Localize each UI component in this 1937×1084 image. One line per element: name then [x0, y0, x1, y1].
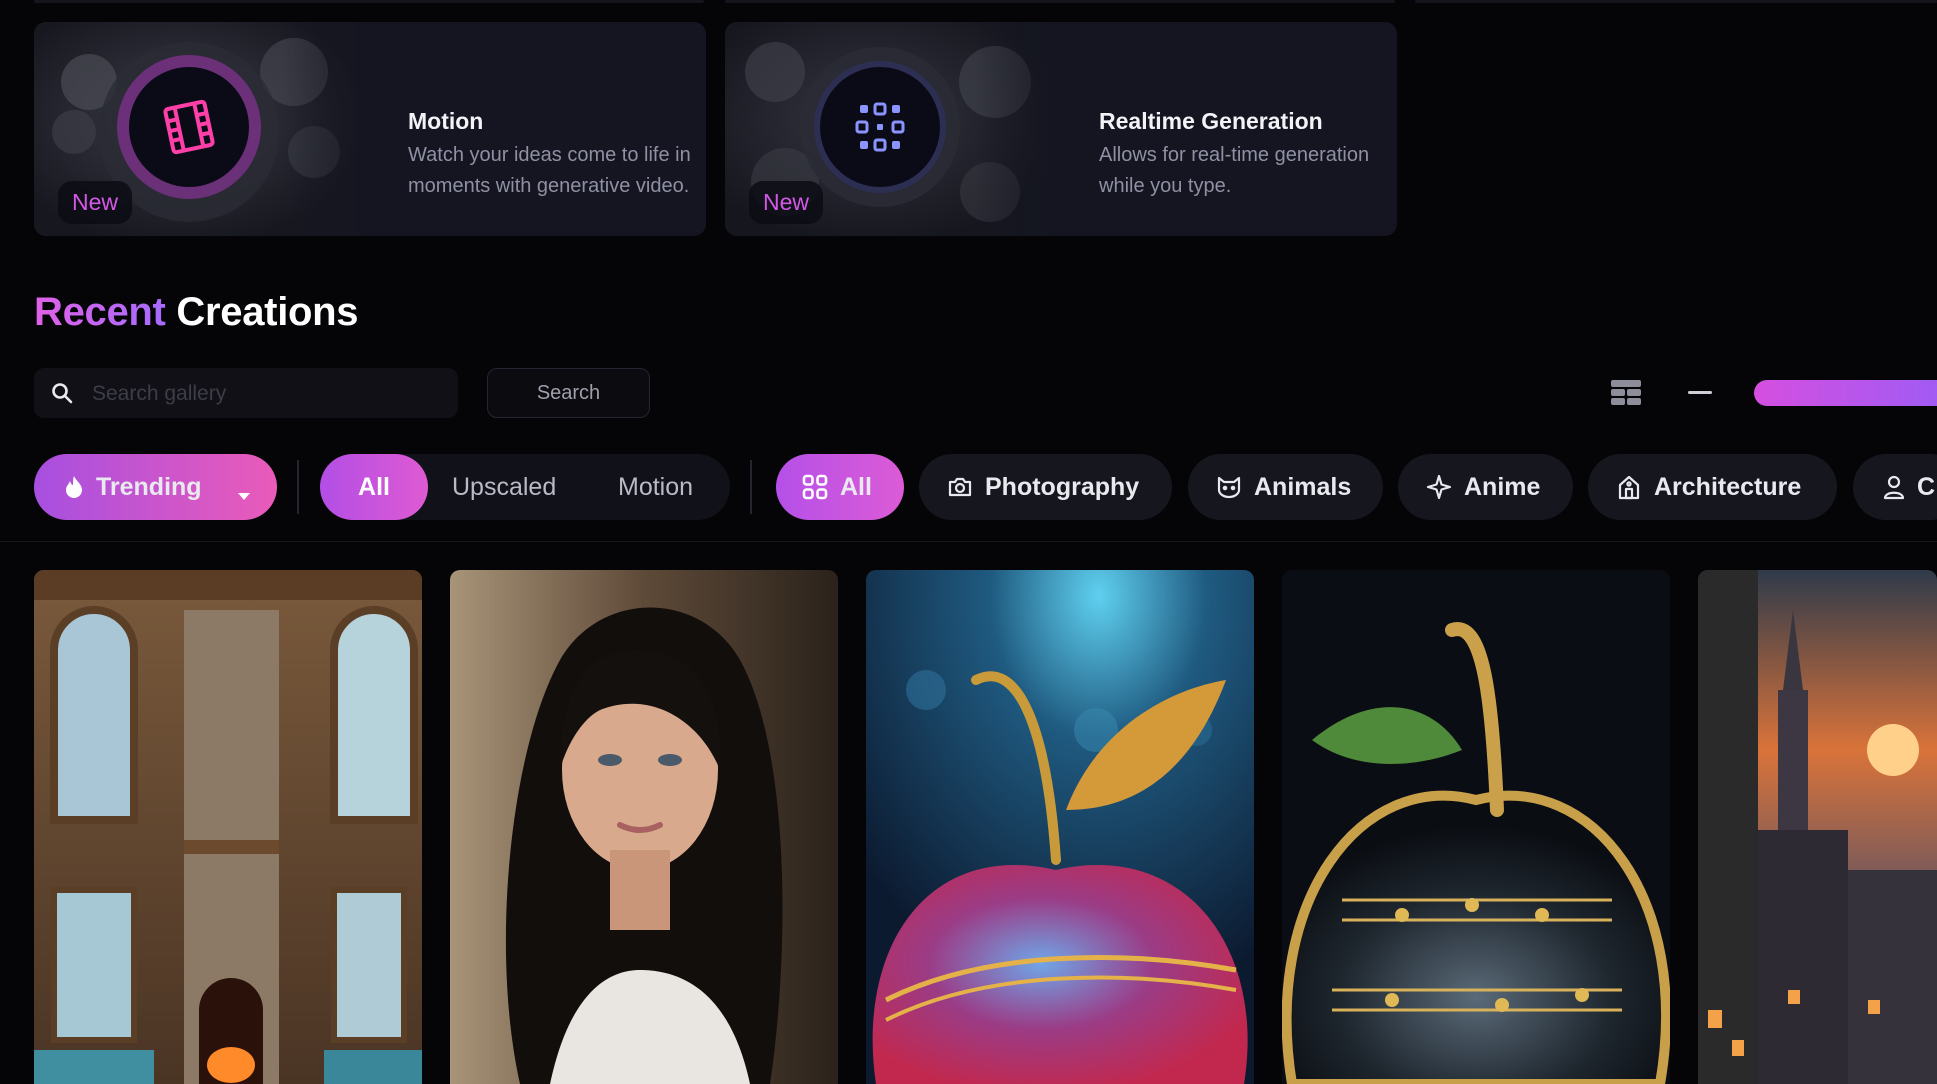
- category-animals[interactable]: Animals: [1188, 454, 1383, 520]
- media-filter[interactable]: All Upscaled Motion: [320, 454, 730, 520]
- zoom-out-button[interactable]: [1688, 391, 1712, 394]
- divider: [297, 460, 299, 514]
- camera-icon: [947, 475, 973, 499]
- gallery-item[interactable]: [450, 570, 838, 1084]
- search-input[interactable]: [90, 368, 454, 420]
- gallery-item[interactable]: [34, 570, 422, 1084]
- category-all[interactable]: All: [776, 454, 904, 520]
- new-badge: New: [749, 181, 824, 224]
- feature-description: Watch your ideas come to life in moments…: [408, 144, 691, 197]
- cat-icon: [1216, 475, 1242, 499]
- category-partial[interactable]: C: [1853, 454, 1937, 520]
- chevron-down-icon: [237, 480, 251, 509]
- category-architecture[interactable]: Architecture: [1588, 454, 1837, 520]
- search-box[interactable]: [34, 368, 458, 420]
- category-photography[interactable]: Photography: [919, 454, 1172, 520]
- layout-toggle-icon[interactable]: [1610, 378, 1642, 408]
- flame-icon: [64, 475, 84, 499]
- top-strip: [0, 0, 1937, 4]
- filter-all[interactable]: All: [320, 454, 428, 520]
- gallery-image-glass-apple: [866, 570, 1254, 1084]
- category-anime[interactable]: Anime: [1398, 454, 1573, 520]
- gallery-item[interactable]: [1282, 570, 1670, 1084]
- sort-dropdown[interactable]: Trending: [34, 454, 277, 520]
- divider: [750, 460, 752, 514]
- gallery-image-fantasy-city: [1698, 570, 1937, 1084]
- user-icon: [1883, 474, 1905, 500]
- feature-card-realtime[interactable]: New Realtime Generation Allows for real-…: [725, 22, 1397, 236]
- realtime-grid-icon: [820, 67, 940, 187]
- search-icon: [50, 381, 74, 410]
- gallery-image-castle-interior: [34, 570, 422, 1084]
- building-icon: [1616, 474, 1642, 500]
- gallery-item[interactable]: [1698, 570, 1937, 1084]
- zoom-slider[interactable]: [1754, 380, 1937, 406]
- search-button[interactable]: Search: [487, 368, 650, 418]
- section-title: Recent Creations: [34, 290, 359, 334]
- feature-title: Realtime Generation: [1099, 108, 1323, 134]
- filter-upscaled[interactable]: Upscaled: [452, 454, 556, 520]
- gallery-item[interactable]: [866, 570, 1254, 1084]
- feature-card-motion[interactable]: New Motion Watch your ideas come to life…: [34, 22, 706, 236]
- feature-description: Allows for real-time generation while yo…: [1099, 144, 1370, 197]
- new-badge: New: [58, 181, 133, 224]
- divider: [0, 541, 1937, 542]
- film-strip-icon: [129, 67, 249, 187]
- grid-icon: [802, 474, 828, 500]
- gallery-image-portrait: [450, 570, 838, 1084]
- gallery-image-crystal-apple: [1282, 570, 1670, 1084]
- feature-title: Motion: [408, 108, 484, 134]
- filter-motion[interactable]: Motion: [618, 454, 693, 520]
- sparkle-icon: [1426, 474, 1452, 500]
